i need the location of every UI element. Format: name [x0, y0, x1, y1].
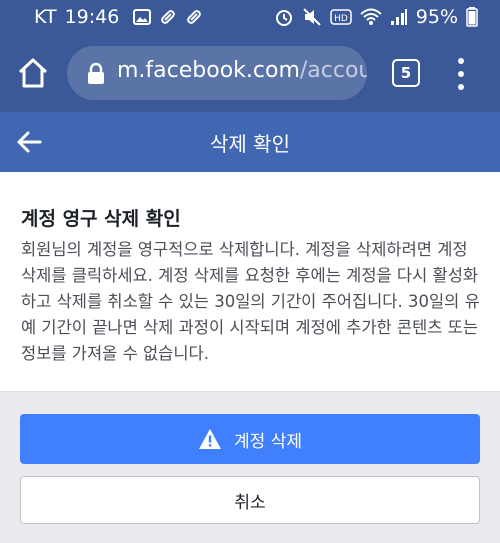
mute-icon	[303, 8, 321, 26]
home-icon[interactable]	[16, 56, 50, 90]
hd-icon: HD	[330, 9, 352, 25]
card-title: 계정 영구 삭제 확인	[21, 208, 181, 230]
pill-icon	[187, 10, 202, 24]
delete-button-label: 계정 삭제	[234, 431, 302, 452]
url-path: /accou	[299, 58, 367, 83]
carrier-label: KT	[34, 6, 57, 28]
battery-icon	[466, 7, 478, 27]
battery-percent: 95%	[415, 6, 458, 28]
signal-icon	[390, 9, 407, 25]
tab-count: 5	[400, 64, 412, 82]
warning-icon	[199, 429, 222, 449]
tabs-icon[interactable]: 5	[392, 59, 420, 87]
menu-icon[interactable]	[455, 58, 467, 90]
pill-icon	[161, 10, 176, 24]
cancel-button-label: 취소	[234, 492, 266, 513]
wifi-icon	[360, 8, 382, 25]
page-title: 삭제 확인	[210, 132, 290, 156]
image-icon	[133, 9, 152, 25]
lock-icon	[88, 62, 104, 84]
delete-account-button[interactable]: 계정 삭제	[20, 414, 480, 464]
status-right: HD 95%	[274, 6, 478, 28]
alarm-icon	[275, 10, 292, 26]
page-header: 삭제 확인	[0, 112, 500, 172]
clock: 19:46	[64, 6, 120, 28]
svg-text:HD: HD	[334, 14, 348, 24]
cancel-button[interactable]: 취소	[20, 476, 480, 524]
card-description: 회원님의 계정을 영구적으로 삭제합니다. 계정을 삭제하려면 계정 삭제를 클…	[21, 240, 480, 363]
status-left: KT 19:46	[34, 6, 203, 28]
url-host: m.facebook.com	[117, 58, 300, 83]
browser-toolbar: m.facebook.com/accou 5	[0, 36, 500, 112]
status-bar: KT 19:46 HD 95%	[0, 0, 500, 36]
confirmation-card: 계정 영구 삭제 확인 회원님의 계정을 영구적으로 삭제합니다. 계정을 삭제…	[0, 172, 500, 392]
url-field[interactable]: m.facebook.com/accou	[67, 46, 367, 100]
url-text: m.facebook.com/accou	[117, 58, 367, 83]
